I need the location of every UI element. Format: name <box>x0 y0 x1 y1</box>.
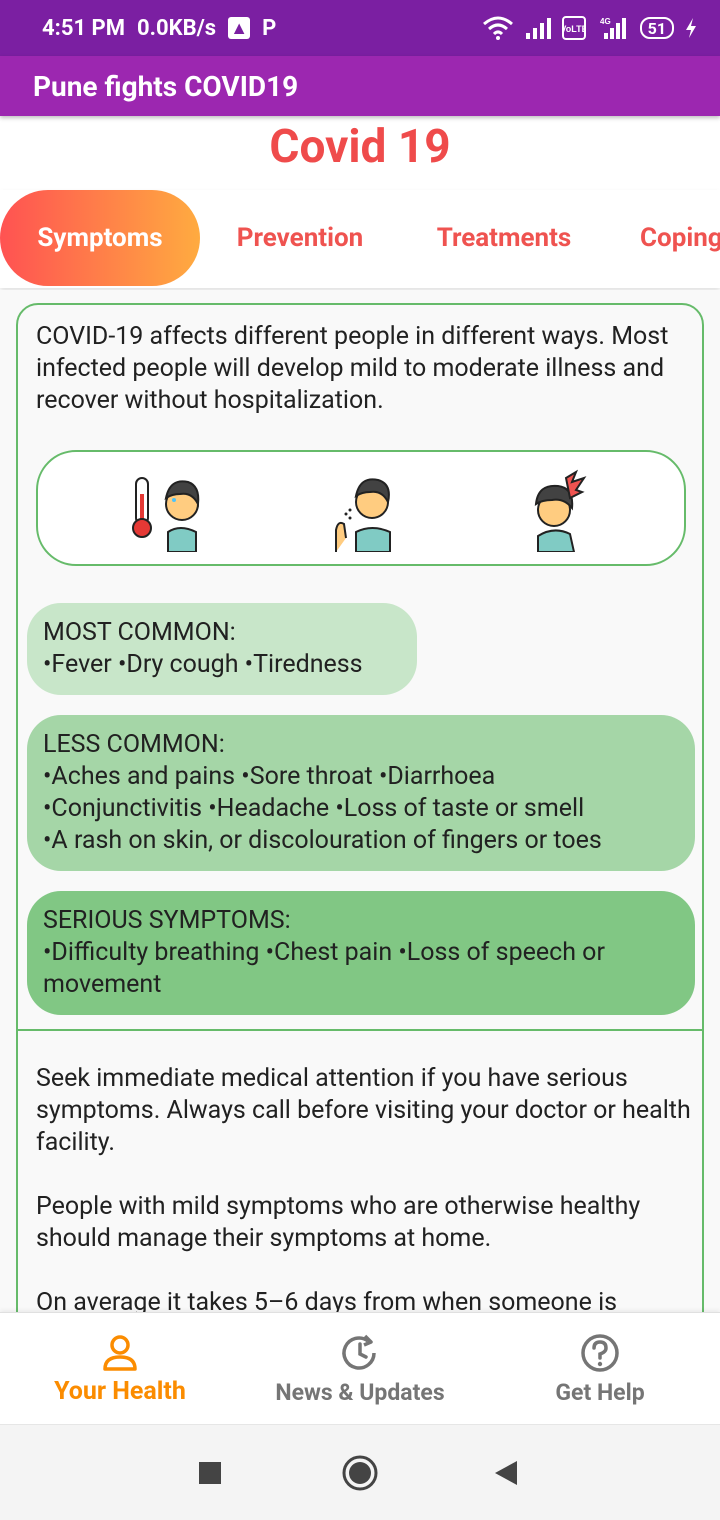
fever-thermometer-icon <box>132 477 200 552</box>
app-bar: Pune fights COVID19 <box>0 56 720 116</box>
nav-get-help[interactable]: Get Help <box>480 1313 720 1425</box>
content-scroll-area[interactable]: COVID-19 affects different people in dif… <box>0 290 720 1312</box>
most-common-heading: MOST COMMON: <box>43 618 236 647</box>
medical-attention-text: Seek immediate medical attention if you … <box>36 1064 691 1157</box>
history-icon <box>342 1334 376 1370</box>
person-icon <box>103 1335 137 1371</box>
less-common-line-1: •Aches and pains •Sore throat •Diarrhoea <box>43 762 496 791</box>
nav-news-updates[interactable]: News & Updates <box>240 1313 480 1425</box>
less-common-line-2: •Conjunctivitis •Headache •Loss of taste… <box>43 794 585 823</box>
battery-indicator: 51 <box>639 17 674 39</box>
signal-4g-icon: 4G <box>600 17 626 39</box>
intro-text: COVID-19 affects different people in dif… <box>36 322 669 415</box>
nav-your-health-label: Your Health <box>54 1377 186 1406</box>
headache-icon <box>534 469 587 552</box>
status-time: 4:51 PM <box>42 15 125 41</box>
symptoms-card: COVID-19 affects different people in dif… <box>16 303 704 1312</box>
section-divider <box>18 1029 702 1031</box>
p-icon: P <box>262 15 277 41</box>
app-title: Pune fights COVID19 <box>33 69 299 103</box>
mild-symptoms-text: People with mild symptoms who are otherw… <box>36 1192 641 1253</box>
help-circle-icon <box>581 1334 619 1372</box>
nav-your-health[interactable]: Your Health <box>0 1313 240 1425</box>
back-button[interactable] <box>486 1453 526 1493</box>
tab-prevention[interactable]: Prevention <box>200 190 400 286</box>
tab-bar: Symptoms Prevention Treatments Coping <box>0 190 720 288</box>
serious-items: •Difficulty breathing •Chest pain •Loss … <box>43 938 605 999</box>
system-navigation-bar <box>0 1424 720 1520</box>
less-common-box: LESS COMMON: •Aches and pains •Sore thro… <box>27 715 695 871</box>
triangle-back-icon <box>495 1461 517 1485</box>
svg-text:4G: 4G <box>600 17 611 26</box>
square-icon <box>199 1462 221 1484</box>
incubation-text: On average it takes 5–6 days from when s… <box>36 1288 618 1312</box>
tab-symptoms[interactable]: Symptoms <box>0 190 200 286</box>
less-common-heading: LESS COMMON: <box>43 730 225 759</box>
status-network-speed: 0.0KB/s <box>136 15 217 41</box>
circle-icon <box>342 1455 378 1491</box>
tab-coping[interactable]: Coping <box>640 190 720 286</box>
bottom-navigation: Your Health News & Updates Get Help <box>0 1312 720 1424</box>
less-common-line-3: •A rash on skin, or discolouration of fi… <box>43 826 602 855</box>
wifi-icon <box>482 16 513 40</box>
svg-text:VoLTE: VoLTE <box>562 24 586 34</box>
status-bar: 4:51 PM 0.0KB/s ▲ P VoLTE 4G 51 <box>0 0 720 56</box>
signal-icon <box>525 18 551 39</box>
tab-treatments[interactable]: Treatments <box>404 190 604 286</box>
recents-button[interactable] <box>190 1453 230 1493</box>
cough-icon <box>335 478 391 552</box>
most-common-items: •Fever •Dry cough •Tiredness <box>43 650 363 679</box>
serious-symptoms-box: SERIOUS SYMPTOMS: •Difficulty breathing … <box>27 891 695 1015</box>
charging-icon <box>686 18 696 38</box>
volte-icon: VoLTE <box>561 16 586 40</box>
nav-get-help-label: Get Help <box>555 1379 645 1406</box>
home-button[interactable] <box>340 1453 380 1493</box>
symptom-icons-box <box>36 450 686 566</box>
most-common-box: MOST COMMON: •Fever •Dry cough •Tirednes… <box>27 603 417 695</box>
page-title: Covid 19 <box>269 120 451 174</box>
upload-arrow-icon: ▲ <box>228 17 251 39</box>
nav-news-updates-label: News & Updates <box>275 1379 445 1406</box>
serious-heading: SERIOUS SYMPTOMS: <box>43 906 291 935</box>
app-screen: 4:51 PM 0.0KB/s ▲ P VoLTE 4G 51 Pune fig… <box>0 0 720 1520</box>
